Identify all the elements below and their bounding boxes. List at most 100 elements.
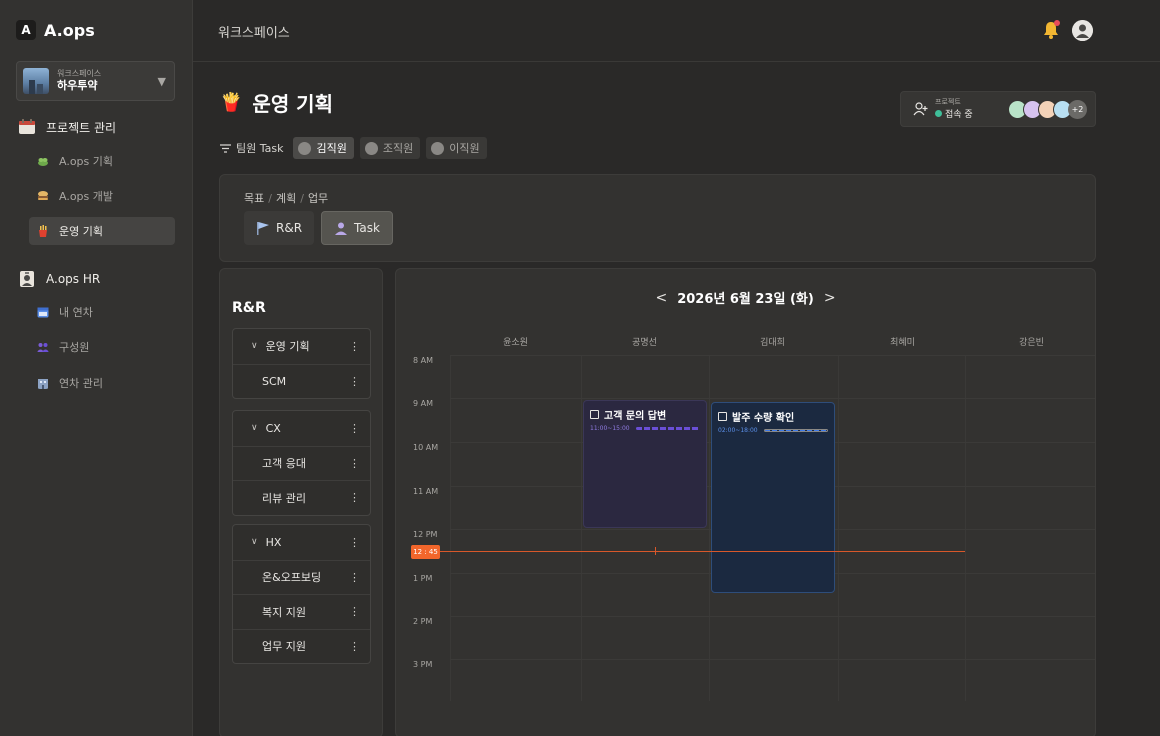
checkbox[interactable] bbox=[590, 410, 599, 419]
sidebar-item-my-leave[interactable]: 내 연차 bbox=[29, 298, 175, 326]
rr-group: ∨ CX ⋮ 고객 응대 ⋮ 리뷰 관리 ⋮ bbox=[232, 410, 371, 516]
person-icon bbox=[364, 141, 378, 155]
time-label: 2 PM bbox=[413, 617, 433, 626]
breadcrumb-separator: / bbox=[268, 192, 272, 205]
id-badge-icon bbox=[20, 271, 34, 287]
presence-widget[interactable]: 프로젝트 접속 중 +2 bbox=[900, 91, 1096, 127]
grid-line bbox=[450, 616, 1095, 617]
rr-group: ∨ 운영 기획 ⋮ SCM ⋮ bbox=[232, 328, 371, 399]
rr-item[interactable]: 업무 지원 ⋮ bbox=[233, 628, 370, 664]
rr-item[interactable]: SCM ⋮ bbox=[233, 363, 370, 399]
event-progress-bar bbox=[635, 427, 700, 430]
checkbox[interactable] bbox=[718, 412, 727, 421]
more-icon[interactable]: ⋮ bbox=[349, 536, 360, 549]
notification-badge bbox=[1054, 20, 1060, 26]
team-icon bbox=[37, 343, 49, 352]
rr-item-label: 복지 지원 bbox=[262, 605, 306, 619]
rr-group-header[interactable]: ∨ 운영 기획 ⋮ bbox=[233, 329, 370, 364]
current-time-line bbox=[440, 551, 965, 552]
more-icon[interactable]: ⋮ bbox=[349, 375, 360, 388]
workspace-select[interactable]: 워크스페이스 하우투약 ▼ bbox=[16, 61, 175, 101]
grid-line bbox=[450, 355, 1095, 356]
column-header: 최혜미 bbox=[890, 338, 915, 348]
breadcrumb-item[interactable]: 업무 bbox=[308, 192, 328, 205]
event-card[interactable]: 고객 문의 답변 11:00~15:00 bbox=[583, 400, 707, 528]
sidebar-item-label: 구성원 bbox=[59, 341, 90, 354]
event-progress-bar bbox=[763, 429, 828, 432]
member-chip-label: 조직원 bbox=[382, 142, 414, 155]
sidebar-item-leave-admin[interactable]: 연차 관리 bbox=[29, 369, 175, 397]
rr-title: R&R bbox=[232, 300, 266, 316]
member-chip-label: 김직원 bbox=[316, 142, 347, 155]
rr-item-label: 온&오프보딩 bbox=[262, 571, 322, 585]
building-icon bbox=[38, 379, 48, 389]
rr-item[interactable]: 고객 응대 ⋮ bbox=[233, 445, 370, 481]
task-view-button[interactable]: Task bbox=[321, 211, 393, 245]
sidebar-group-project[interactable]: 프로젝트 관리 bbox=[18, 118, 116, 136]
rr-item-label: 리뷰 관리 bbox=[262, 491, 306, 505]
more-icon[interactable]: ⋮ bbox=[349, 491, 360, 504]
rr-group-name: CX bbox=[265, 421, 281, 435]
rr-item-label: SCM bbox=[262, 374, 287, 388]
calendar-icon bbox=[37, 307, 49, 318]
notification-button[interactable] bbox=[1042, 20, 1060, 39]
grid-line bbox=[838, 355, 839, 701]
user-icon bbox=[1072, 20, 1093, 41]
app-logo[interactable]: A A.ops bbox=[16, 20, 95, 40]
header-workspace-label: 워크스페이스 bbox=[218, 26, 290, 41]
time-label: 8 AM bbox=[413, 356, 434, 365]
member-chip[interactable]: 김직원 bbox=[293, 137, 354, 159]
sidebar-item-ops-plan[interactable]: 운영 기획 bbox=[29, 217, 175, 245]
member-chip[interactable]: 조직원 bbox=[359, 137, 421, 159]
fries-icon bbox=[39, 225, 47, 237]
time-label: 12 PM bbox=[413, 530, 438, 539]
time-label: 9 AM bbox=[413, 399, 434, 408]
more-icon[interactable]: ⋮ bbox=[349, 422, 360, 435]
time-label: 11 AM bbox=[413, 487, 439, 496]
filter-label-text: 팀원 Task bbox=[236, 142, 284, 155]
sidebar-group-hr[interactable]: A.ops HR bbox=[18, 270, 100, 288]
column-header: 공명선 bbox=[632, 338, 657, 348]
rr-group-header[interactable]: ∨ HX ⋮ bbox=[233, 525, 370, 560]
chevron-right-icon[interactable]: > bbox=[824, 290, 836, 306]
more-icon[interactable]: ⋮ bbox=[349, 340, 360, 353]
chevron-left-icon[interactable]: < bbox=[655, 290, 667, 306]
more-icon[interactable]: ⋮ bbox=[349, 457, 360, 470]
sidebar-item-aops-dev[interactable]: A.ops 개발 bbox=[29, 182, 175, 210]
sidebar-item-members[interactable]: 구성원 bbox=[29, 333, 175, 361]
member-filter: 팀원 Task 김직원 조직원 이직원 bbox=[220, 137, 487, 159]
column-header: 김대희 bbox=[760, 338, 785, 348]
member-chip[interactable]: 이직원 bbox=[426, 137, 487, 159]
more-icon[interactable]: ⋮ bbox=[349, 640, 360, 653]
sidebar-item-label: 운영 기획 bbox=[59, 225, 103, 238]
more-icon[interactable]: ⋮ bbox=[349, 571, 360, 584]
person-icon bbox=[298, 141, 312, 155]
rr-item-label: 업무 지원 bbox=[262, 640, 306, 654]
sidebar-item-label: 내 연차 bbox=[59, 306, 93, 319]
online-dot-icon bbox=[935, 110, 942, 117]
rr-item[interactable]: 온&오프보딩 ⋮ bbox=[233, 559, 370, 595]
filter-label[interactable]: 팀원 Task bbox=[220, 140, 283, 156]
event-card[interactable]: 발주 수량 확인 02:00~18:00 bbox=[711, 402, 835, 593]
user-profile-button[interactable] bbox=[1072, 20, 1093, 41]
more-icon[interactable]: ⋮ bbox=[349, 605, 360, 618]
online-avatars[interactable]: +2 bbox=[1008, 99, 1087, 119]
rr-item[interactable]: 복지 지원 ⋮ bbox=[233, 594, 370, 629]
rr-group-header[interactable]: ∨ CX ⋮ bbox=[233, 411, 370, 446]
sidebar-item-label: A.ops 기획 bbox=[59, 155, 114, 168]
person-icon bbox=[335, 222, 347, 235]
add-user-icon bbox=[913, 102, 928, 116]
grid-line bbox=[450, 398, 1095, 399]
sidebar-item-aops-plan[interactable]: A.ops 기획 bbox=[29, 147, 175, 175]
caret-down-icon: ▼ bbox=[157, 74, 166, 88]
event-title: 발주 수량 확인 bbox=[732, 413, 795, 424]
calendar-board-icon bbox=[19, 119, 35, 134]
event-title: 고객 문의 답변 bbox=[604, 411, 667, 422]
breadcrumb-item[interactable]: 계획 bbox=[276, 192, 296, 205]
calendar-date: 2026년 6월 23일 (화) bbox=[677, 292, 814, 307]
breadcrumb-item[interactable]: 목표 bbox=[244, 192, 264, 205]
rr-view-button[interactable]: R&R bbox=[244, 211, 315, 245]
day-calendar: < 2026년 6월 23일 (화) > 윤소원 공명선 김대희 최혜미 강은빈… bbox=[395, 268, 1096, 736]
rr-item[interactable]: 리뷰 관리 ⋮ bbox=[233, 480, 370, 515]
presence-status-label: 접속 중 bbox=[945, 110, 973, 120]
